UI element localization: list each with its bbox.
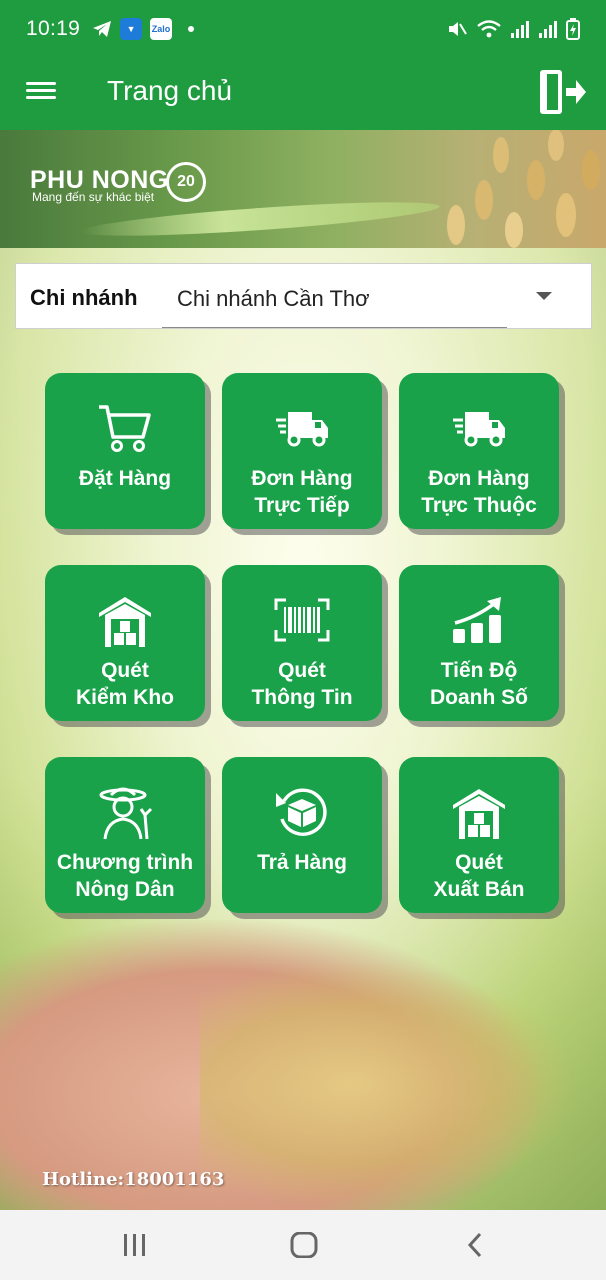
zalo-label: Zalo xyxy=(151,24,171,34)
tile-label-line2: Thông Tin xyxy=(251,686,353,709)
barcode-scan-icon xyxy=(274,598,330,642)
tile-dat-hang[interactable]: Đặt Hàng xyxy=(45,373,205,529)
tile-label-line1: Trả Hàng xyxy=(257,851,347,874)
tile-label: Đặt Hàng xyxy=(45,465,205,492)
app-icon: ▼ xyxy=(120,18,143,40)
tile-quet-kiem-kho[interactable]: Quét Kiểm Kho xyxy=(45,565,205,721)
branch-selector: Chi nhánh Chi nhánh Cần Thơ xyxy=(15,263,592,329)
delivery-truck-icon xyxy=(453,412,505,447)
tile-label: Trả Hàng xyxy=(222,849,382,876)
home-icon[interactable] xyxy=(289,1231,319,1259)
recent-apps-icon[interactable] xyxy=(120,1232,150,1258)
notification-icons: ▼ Zalo xyxy=(92,18,195,40)
tile-label: Quét Xuất Bán xyxy=(399,849,559,903)
tile-label: Tiến Độ Doanh Số xyxy=(399,657,559,711)
battery-icon xyxy=(566,18,580,40)
tile-tra-hang[interactable]: Trả Hàng xyxy=(222,757,382,913)
tile-label-line2: Xuất Bán xyxy=(433,878,525,901)
tile-label-line1: Đơn Hàng xyxy=(251,467,353,490)
tile-label-line2: Trực Thuộc xyxy=(421,494,537,517)
tile-quet-thong-tin[interactable]: Quét Thông Tin xyxy=(222,565,382,721)
hamburger-menu-icon[interactable] xyxy=(26,78,56,108)
hotline-text: Hotline:18001163 xyxy=(42,1169,225,1190)
warehouse-icon xyxy=(99,597,151,647)
page-title: Trang chủ xyxy=(107,75,233,106)
return-box-icon xyxy=(276,788,327,836)
telegram-icon xyxy=(93,21,112,37)
tile-label: Đơn Hàng Trực Thuộc xyxy=(399,465,559,519)
tile-label-line1: Quét xyxy=(278,659,326,682)
tile-label-line2: Doanh Số xyxy=(430,686,528,709)
brand-slogan: Mang đến sự khác biệt xyxy=(32,190,155,204)
brand-logo: 20 xyxy=(166,162,206,202)
system-nav-bar xyxy=(0,1210,606,1280)
warehouse-icon xyxy=(453,789,505,839)
tile-label-line1: Tiến Độ xyxy=(440,659,518,682)
signal-icon xyxy=(539,21,557,38)
app-bar: Trang chủ xyxy=(0,58,606,130)
tile-label-line1: Quét xyxy=(455,851,503,874)
tile-label-line1: Đặt Hàng xyxy=(78,467,172,490)
branch-dropdown[interactable]: Chi nhánh Cần Thơ xyxy=(162,274,507,328)
tile-label: Quét Thông Tin xyxy=(222,657,382,711)
tile-tien-do-doanh-so[interactable]: Tiến Độ Doanh Số xyxy=(399,565,559,721)
tile-label-line2: Nông Dân xyxy=(75,878,175,901)
tile-quet-xuat-ban[interactable]: Quét Xuất Bán xyxy=(399,757,559,913)
tile-label-line2: Trực Tiếp xyxy=(254,494,350,517)
status-time: 10:19 xyxy=(26,17,81,40)
status-bar: 10:19 ▼ Zalo xyxy=(0,0,606,58)
tile-label: Đơn Hàng Trực Tiếp xyxy=(222,465,382,519)
tile-label-line2: Kiểm Kho xyxy=(75,686,174,709)
brand-mark-label: 20 xyxy=(177,173,195,190)
tile-label: Quét Kiểm Kho xyxy=(45,657,205,711)
tile-chuong-trinh-nong-dan[interactable]: Chương trình Nông Dân xyxy=(45,757,205,913)
more-notifications-icon xyxy=(188,26,195,32)
tile-label: Chương trình Nông Dân xyxy=(45,849,205,903)
rice-grain-decoration xyxy=(447,130,600,248)
branch-label: Chi nhánh xyxy=(30,285,138,310)
farmer-icon xyxy=(99,787,153,840)
sales-growth-icon xyxy=(453,597,501,643)
tile-label-line1: Chương trình xyxy=(56,851,194,874)
zalo-icon: Zalo xyxy=(150,18,173,40)
tile-don-hang-truc-thuoc[interactable]: Đơn Hàng Trực Thuộc xyxy=(399,373,559,529)
branch-value: Chi nhánh Cần Thơ xyxy=(177,286,370,311)
mute-icon xyxy=(449,22,467,36)
chevron-down-icon[interactable] xyxy=(536,292,552,300)
logout-icon[interactable] xyxy=(538,66,588,118)
rice-grain-image xyxy=(200,960,580,1210)
delivery-truck-icon xyxy=(276,412,328,447)
signal-icon xyxy=(511,21,529,38)
system-icons xyxy=(446,18,580,40)
tile-label-line1: Đơn Hàng xyxy=(428,467,530,490)
tile-don-hang-truc-tiep[interactable]: Đơn Hàng Trực Tiếp xyxy=(222,373,382,529)
shopping-cart-icon xyxy=(99,405,151,452)
tile-label-line1: Quét xyxy=(101,659,149,682)
back-icon[interactable] xyxy=(462,1232,492,1258)
wifi-icon xyxy=(477,20,501,38)
